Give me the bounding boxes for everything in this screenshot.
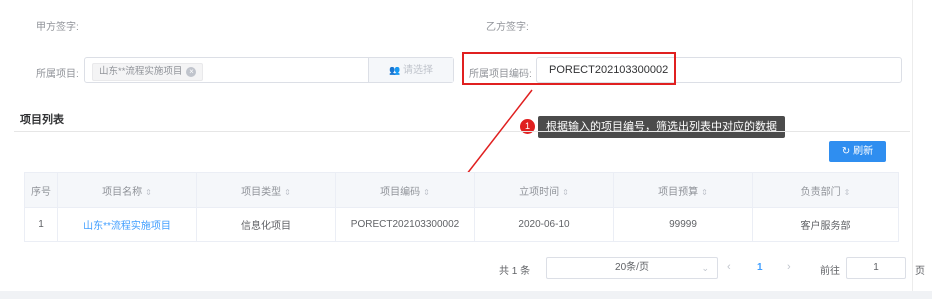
col-code-label: 项目编码 bbox=[380, 186, 421, 198]
pager-total: 共 1 条 bbox=[499, 266, 531, 277]
next-page-icon[interactable]: › bbox=[787, 261, 791, 273]
cell-code: PORECT202103300002 bbox=[335, 207, 475, 242]
col-index: 序号 bbox=[24, 172, 58, 208]
col-name[interactable]: 项目名称 ⇕ bbox=[57, 172, 197, 208]
bottom-bar bbox=[0, 291, 932, 299]
sort-icon[interactable]: ⇕ bbox=[562, 188, 569, 197]
col-dept-label: 负责部门 bbox=[800, 186, 841, 198]
col-dept[interactable]: 负责部门 ⇕ bbox=[752, 172, 899, 208]
table-row: 1 山东**流程实施项目 信息化项目 PORECT202103300002 20… bbox=[24, 207, 899, 242]
cell-project-name-link[interactable]: 山东**流程实施项目 bbox=[57, 207, 197, 242]
cell-date: 2020-06-10 bbox=[474, 207, 614, 242]
page-size-select[interactable]: 20条/页 ⌄ bbox=[546, 257, 718, 279]
col-type[interactable]: 项目类型 ⇕ bbox=[196, 172, 336, 208]
cell-type: 信息化项目 bbox=[196, 207, 336, 242]
cell-budget: 99999 bbox=[613, 207, 753, 242]
sort-icon[interactable]: ⇕ bbox=[844, 188, 851, 197]
col-code[interactable]: 项目编码 ⇕ bbox=[335, 172, 475, 208]
page-size-value: 20条/页 bbox=[615, 262, 649, 273]
page-suffix: 页 bbox=[915, 266, 925, 277]
goto-page-input[interactable]: 1 bbox=[846, 257, 906, 279]
sort-icon[interactable]: ⇕ bbox=[145, 188, 152, 197]
refresh-icon: ↻ bbox=[841, 146, 851, 157]
cell-dept: 客户服务部 bbox=[752, 207, 899, 242]
prev-page-icon[interactable]: ‹ bbox=[727, 261, 731, 273]
current-page[interactable]: 1 bbox=[757, 262, 763, 273]
col-budget[interactable]: 项目预算 ⇕ bbox=[613, 172, 753, 208]
col-index-label: 序号 bbox=[31, 186, 51, 198]
refresh-label: 刷新 bbox=[853, 146, 874, 157]
chevron-down-icon: ⌄ bbox=[701, 263, 709, 273]
cell-index: 1 bbox=[24, 207, 58, 242]
refresh-button[interactable]: ↻ 刷新 bbox=[829, 141, 886, 162]
sort-icon[interactable]: ⇕ bbox=[701, 188, 708, 197]
col-name-label: 项目名称 bbox=[102, 186, 143, 198]
col-date-label: 立项时间 bbox=[519, 186, 560, 198]
col-budget-label: 项目预算 bbox=[658, 186, 699, 198]
col-date[interactable]: 立项时间 ⇕ bbox=[474, 172, 614, 208]
table-header-row: 序号 项目名称 ⇕ 项目类型 ⇕ 项目编码 ⇕ 立项时间 ⇕ 项目预算 ⇕ 负责部门 ⇕ bbox=[24, 172, 899, 208]
project-table: 序号 项目名称 ⇕ 项目类型 ⇕ 项目编码 ⇕ 立项时间 ⇕ 项目预算 ⇕ 负责部门 ⇕ 1… bbox=[24, 172, 899, 242]
right-divider bbox=[912, 0, 913, 299]
col-type-label: 项目类型 bbox=[241, 186, 282, 198]
annotation-arrow-icon bbox=[450, 89, 533, 196]
sort-icon[interactable]: ⇕ bbox=[284, 188, 291, 197]
goto-label: 前往 bbox=[820, 266, 840, 277]
sort-icon[interactable]: ⇕ bbox=[423, 188, 430, 197]
